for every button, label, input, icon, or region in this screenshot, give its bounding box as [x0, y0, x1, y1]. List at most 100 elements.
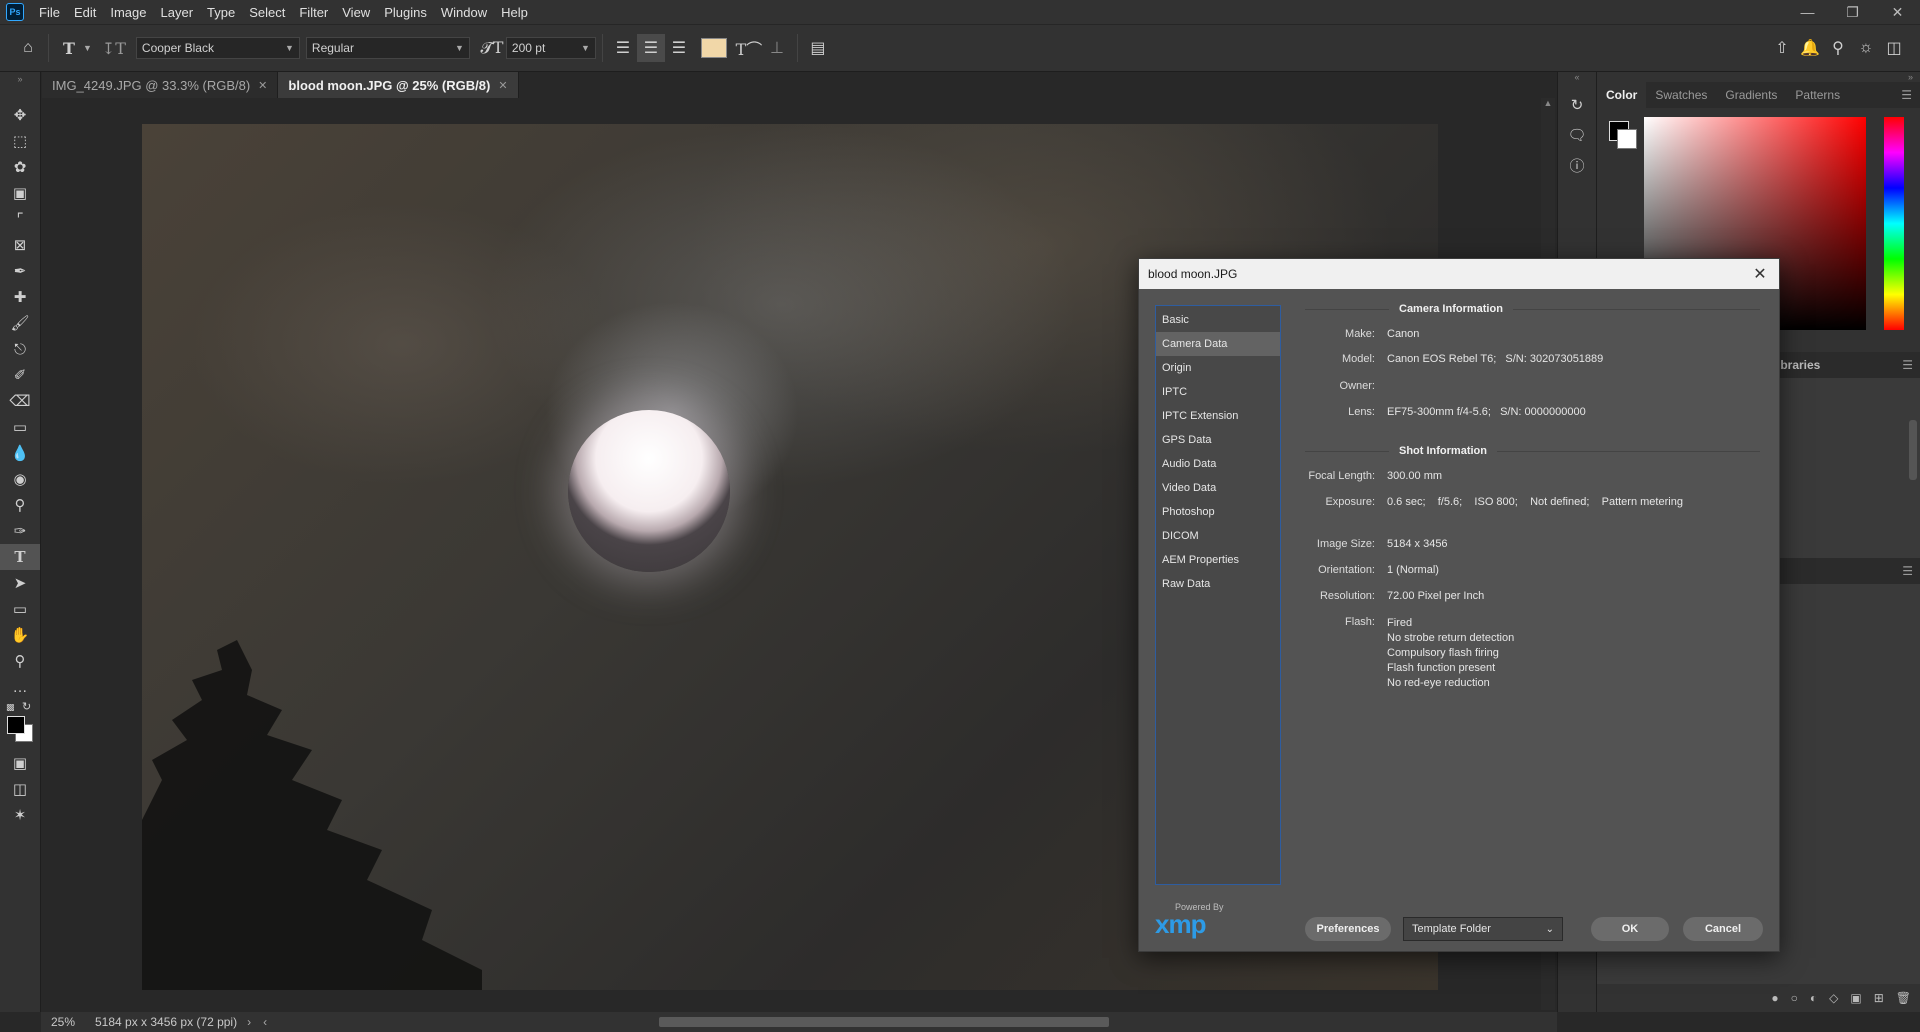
menu-type[interactable]: Type: [200, 5, 242, 20]
menu-plugins[interactable]: Plugins: [377, 5, 434, 20]
comments-panel-icon[interactable]: 🗨: [1558, 120, 1596, 150]
info-panel-icon[interactable]: ⓘ: [1558, 150, 1596, 180]
align-left-icon[interactable]: ☰: [609, 34, 637, 62]
add-icon[interactable]: ⊞: [1874, 991, 1884, 1005]
default-colors-icon[interactable]: ▩: [6, 702, 15, 713]
zoom-level[interactable]: 25%: [51, 1015, 95, 1029]
scroll-left-icon[interactable]: ‹: [263, 1015, 267, 1029]
font-size-select[interactable]: 200 pt ▼: [505, 37, 596, 59]
horizontal-scrollbar-thumb[interactable]: [659, 1017, 1110, 1027]
dialog-close-icon[interactable]: ✕: [1745, 259, 1775, 289]
menu-select[interactable]: Select: [242, 5, 292, 20]
menu-help[interactable]: Help: [494, 5, 535, 20]
cancel-button[interactable]: Cancel: [1683, 917, 1763, 941]
template-folder-select[interactable]: Template Folder ⌄: [1403, 917, 1563, 941]
field-value[interactable]: 1 (Normal): [1387, 564, 1439, 576]
field-value[interactable]: 0.6 sec; f/5.6; ISO 800; Not defined; Pa…: [1387, 496, 1683, 508]
text-color-swatch[interactable]: [700, 38, 727, 58]
blur-tool-icon[interactable]: 💧: [0, 440, 40, 466]
workspace-icon[interactable]: ◫: [1880, 34, 1908, 62]
chevron-down-icon[interactable]: ▼: [83, 43, 92, 53]
tab-img-4249[interactable]: IMG_4249.JPG @ 33.3% (RGB/8) ✕: [42, 72, 279, 98]
tab-patterns[interactable]: Patterns: [1786, 88, 1849, 102]
crop-tool-icon[interactable]: ⌜: [0, 206, 40, 232]
scroll-up-icon[interactable]: ▲: [1541, 98, 1555, 108]
gradient-tool-icon[interactable]: ▭: [0, 414, 40, 440]
character-panel-icon[interactable]: ▤: [804, 34, 832, 62]
align-center-icon[interactable]: ☰: [636, 34, 665, 62]
quick-mask-icon[interactable]: ▣: [0, 750, 40, 776]
foreground-color-swatch[interactable]: [7, 716, 25, 734]
category-dicom[interactable]: DICOM: [1156, 524, 1280, 548]
group-icon[interactable]: ◇: [1829, 991, 1838, 1005]
flash-values[interactable]: Fired No strobe return detection Compuls…: [1387, 616, 1514, 691]
healing-brush-tool-icon[interactable]: ✚: [0, 284, 40, 310]
move-tool-icon[interactable]: ✥: [0, 102, 40, 128]
path-selection-tool-icon[interactable]: ➤: [0, 570, 40, 596]
3d-text-icon[interactable]: ⊥: [763, 34, 791, 62]
category-iptc-extension[interactable]: IPTC Extension: [1156, 404, 1280, 428]
menu-image[interactable]: Image: [103, 5, 153, 20]
warp-text-icon[interactable]: T⌒: [735, 34, 763, 62]
document-info[interactable]: 5184 px x 3456 px (72 ppi): [95, 1015, 237, 1029]
generative-icon[interactable]: ✶: [0, 802, 40, 828]
frame-tool-icon[interactable]: ⊠: [0, 232, 40, 258]
ok-button[interactable]: OK: [1591, 917, 1669, 941]
minimize-icon[interactable]: —: [1785, 4, 1830, 20]
marquee-tool-icon[interactable]: ⬚: [0, 128, 40, 154]
hand-tool-icon[interactable]: ✋: [0, 622, 40, 648]
new-layer-icon[interactable]: ▣: [1850, 991, 1861, 1005]
tab-color[interactable]: Color: [1597, 82, 1647, 108]
category-photoshop[interactable]: Photoshop: [1156, 500, 1280, 524]
pen-tool-icon[interactable]: ✑: [0, 518, 40, 544]
discover-icon[interactable]: ☼: [1852, 34, 1880, 62]
category-camera-data[interactable]: Camera Data: [1156, 332, 1280, 356]
libraries-scrollbar[interactable]: [1909, 420, 1917, 480]
object-selection-tool-icon[interactable]: ▣: [0, 180, 40, 206]
search-icon[interactable]: ⚲: [1824, 34, 1852, 62]
menu-layer[interactable]: Layer: [154, 5, 201, 20]
history-panel-icon[interactable]: ↻: [1558, 90, 1596, 120]
field-value[interactable]: 5184 x 3456: [1387, 538, 1448, 550]
font-style-select[interactable]: Regular ▼: [305, 37, 470, 59]
chevron-right-icon[interactable]: ›: [247, 1015, 251, 1029]
close-tab-icon[interactable]: ✕: [258, 79, 267, 92]
menu-file[interactable]: File: [32, 5, 67, 20]
eyedropper-tool-icon[interactable]: ✒: [0, 258, 40, 284]
background-swatch[interactable]: [1617, 129, 1637, 149]
tab-gradients[interactable]: Gradients: [1716, 88, 1786, 102]
swap-colors-icon[interactable]: ↻: [22, 700, 31, 713]
share-icon[interactable]: ⇧: [1768, 34, 1796, 62]
menu-view[interactable]: View: [335, 5, 377, 20]
preferences-button[interactable]: Preferences: [1305, 917, 1391, 941]
zoom-tool-icon[interactable]: ⚲: [0, 648, 40, 674]
tab-swatches[interactable]: Swatches: [1646, 88, 1716, 102]
tab-libraries[interactable]: ibraries: [1777, 358, 1820, 372]
toggle-orientation-icon[interactable]: ↧T: [100, 34, 128, 62]
menu-edit[interactable]: Edit: [67, 5, 103, 20]
adjustment-icon[interactable]: ◐: [1810, 991, 1817, 1005]
menu-window[interactable]: Window: [434, 5, 494, 20]
collapse-icon[interactable]: »: [0, 72, 40, 102]
home-icon[interactable]: ⌂: [14, 34, 42, 62]
trash-icon[interactable]: 🗑: [1896, 991, 1911, 1005]
close-tab-icon[interactable]: ✕: [498, 79, 507, 92]
panel-menu-icon[interactable]: ☰: [1902, 564, 1913, 578]
clone-stamp-tool-icon[interactable]: ⎋: [0, 336, 40, 362]
category-video-data[interactable]: Video Data: [1156, 476, 1280, 500]
dodge-tool-icon[interactable]: ◉: [0, 466, 40, 492]
history-brush-tool-icon[interactable]: ✐: [0, 362, 40, 388]
align-right-icon[interactable]: ☰: [665, 34, 693, 62]
category-gps-data[interactable]: GPS Data: [1156, 428, 1280, 452]
font-family-select[interactable]: Cooper Black ▼: [135, 37, 300, 59]
panel-menu-icon[interactable]: ☰: [1902, 358, 1913, 372]
field-value[interactable]: 300.00 mm: [1387, 470, 1442, 482]
hue-slider[interactable]: [1884, 117, 1904, 330]
panel-menu-icon[interactable]: ☰: [1892, 88, 1920, 102]
notifications-icon[interactable]: 🔔: [1796, 34, 1824, 62]
tab-blood-moon[interactable]: blood moon.JPG @ 25% (RGB/8) ✕: [278, 72, 519, 98]
rectangle-tool-icon[interactable]: ▭: [0, 596, 40, 622]
screen-mode-icon[interactable]: ◫: [0, 776, 40, 802]
lasso-tool-icon[interactable]: ✿: [0, 154, 40, 180]
category-origin[interactable]: Origin: [1156, 356, 1280, 380]
